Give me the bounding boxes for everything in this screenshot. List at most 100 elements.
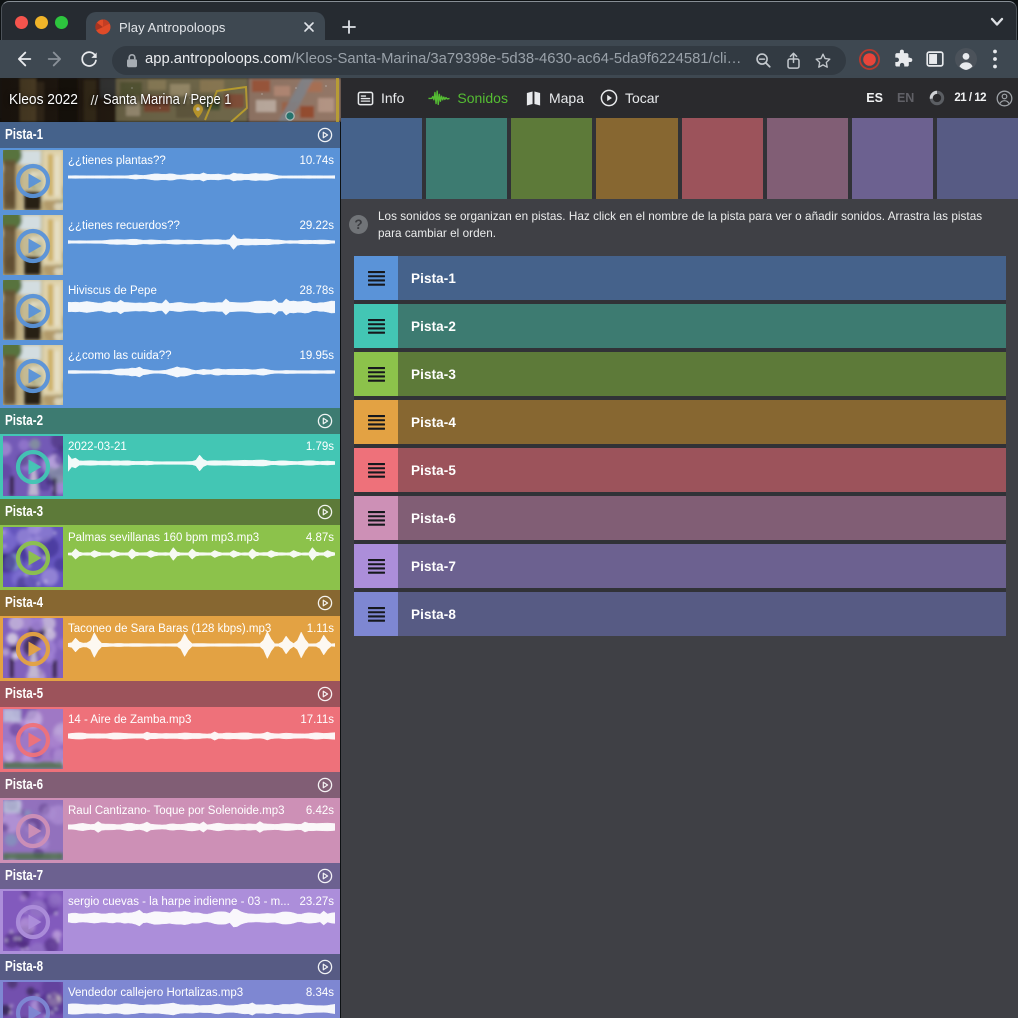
track-row-body[interactable]: Pista-7: [398, 544, 1006, 588]
breadcrumb-project[interactable]: Kleos 2022: [9, 92, 78, 108]
clip-thumbnail[interactable]: [3, 982, 63, 1018]
clip-row[interactable]: Raul Cantizano- Toque por Solenoide.mp3 …: [0, 798, 340, 863]
clip-row[interactable]: 2022-03-21 1.79s: [0, 434, 340, 499]
track-header[interactable]: Pista-3: [0, 499, 340, 525]
track-color-swatch[interactable]: [937, 118, 1018, 199]
clip-thumbnail[interactable]: [3, 618, 63, 678]
breadcrumb-photo[interactable]: Kleos 2022 // Santa Marina / Pepe 1: [0, 78, 341, 122]
track-color-swatch[interactable]: [341, 118, 422, 199]
track-header[interactable]: Pista-1: [0, 122, 340, 148]
clip-row[interactable]: Hiviscus de Pepe 28.78s: [0, 278, 340, 343]
macos-close-button[interactable]: [15, 16, 28, 29]
clip-thumbnail[interactable]: [3, 280, 63, 340]
share-icon[interactable]: [785, 52, 802, 70]
track-row[interactable]: Pista-2: [354, 304, 1006, 348]
play-track-icon[interactable]: [317, 127, 333, 143]
track-header[interactable]: Pista-5: [0, 681, 340, 707]
play-track-icon[interactable]: [317, 595, 333, 611]
track-row[interactable]: Pista-4: [354, 400, 1006, 444]
track-color-swatch[interactable]: [511, 118, 592, 199]
nav-info[interactable]: Info: [357, 90, 404, 107]
reload-button[interactable]: [79, 49, 99, 69]
track-row-body[interactable]: Pista-4: [398, 400, 1006, 444]
clip-thumbnail[interactable]: [3, 345, 63, 405]
track-row[interactable]: Pista-3: [354, 352, 1006, 396]
clip-row[interactable]: Taconeo de Sara Baras (128 kbps).mp3 1.1…: [0, 616, 340, 681]
clip-thumbnail[interactable]: [3, 436, 63, 496]
clip-row[interactable]: Palmas sevillanas 160 bpm mp3.mp3 4.87s: [0, 525, 340, 590]
clip-row[interactable]: ¿¿como las cuida?? 19.95s: [0, 343, 340, 408]
track-row[interactable]: Pista-1: [354, 256, 1006, 300]
clip-thumbnail[interactable]: [3, 527, 63, 587]
track-row[interactable]: Pista-5: [354, 448, 1006, 492]
track-header[interactable]: Pista-7: [0, 863, 340, 889]
forward-button[interactable]: [45, 48, 67, 70]
tab-search-chevron-icon[interactable]: [990, 17, 1004, 27]
track-row-body[interactable]: Pista-6: [398, 496, 1006, 540]
tab-close-icon[interactable]: [303, 21, 315, 33]
lock-icon[interactable]: [125, 53, 139, 68]
track-header[interactable]: Pista-6: [0, 772, 340, 798]
clip-thumbnail[interactable]: [3, 215, 63, 275]
address-bar[interactable]: app.antropoloops.com/Kleos-Santa-Marina/…: [112, 46, 846, 75]
drag-handle[interactable]: [354, 544, 398, 588]
track-row[interactable]: Pista-7: [354, 544, 1006, 588]
track-header[interactable]: Pista-8: [0, 954, 340, 980]
extensions-puzzle-icon[interactable]: [892, 48, 913, 69]
track-row-body[interactable]: Pista-3: [398, 352, 1006, 396]
profile-avatar-icon[interactable]: [954, 47, 978, 71]
clip-row[interactable]: sergio cuevas - la harpe indienne - 03 -…: [0, 889, 340, 954]
back-button[interactable]: [12, 48, 34, 70]
nav-mapa[interactable]: Mapa: [525, 90, 584, 107]
drag-handle[interactable]: [354, 256, 398, 300]
play-track-icon[interactable]: [317, 686, 333, 702]
record-extension-icon[interactable]: [858, 48, 881, 71]
play-track-icon[interactable]: [317, 504, 333, 520]
clip-thumbnail[interactable]: [3, 800, 63, 860]
play-track-icon[interactable]: [317, 868, 333, 884]
track-header[interactable]: Pista-2: [0, 408, 340, 434]
lang-es-button[interactable]: ES: [866, 91, 883, 105]
clip-row[interactable]: ¿¿tienes plantas?? 10.74s: [0, 148, 340, 213]
nav-tocar[interactable]: Tocar: [600, 89, 659, 107]
track-color-swatch[interactable]: [426, 118, 507, 199]
nav-sonidos[interactable]: Sonidos: [428, 89, 508, 107]
clip-row[interactable]: 14 - Aire de Zamba.mp3 17.11s: [0, 707, 340, 772]
track-row[interactable]: Pista-8: [354, 592, 1006, 636]
drag-handle[interactable]: [354, 448, 398, 492]
track-color-swatch[interactable]: [767, 118, 848, 199]
drag-handle[interactable]: [354, 496, 398, 540]
clip-row[interactable]: ¿¿tienes recuerdos?? 29.22s: [0, 213, 340, 278]
drag-handle[interactable]: [354, 304, 398, 348]
track-row[interactable]: Pista-6: [354, 496, 1006, 540]
track-row-body[interactable]: Pista-5: [398, 448, 1006, 492]
play-track-icon[interactable]: [317, 777, 333, 793]
track-row-body[interactable]: Pista-8: [398, 592, 1006, 636]
play-track-icon[interactable]: [317, 959, 333, 975]
track-color-swatch[interactable]: [852, 118, 933, 199]
track-row-body[interactable]: Pista-2: [398, 304, 1006, 348]
play-track-icon[interactable]: [317, 413, 333, 429]
clip-row[interactable]: Vendedor callejero Hortalizas.mp3 8.34s: [0, 980, 340, 1018]
new-tab-button[interactable]: [335, 13, 363, 41]
macos-minimize-button[interactable]: [35, 16, 48, 29]
lang-en-button[interactable]: EN: [897, 91, 914, 105]
browser-tab[interactable]: Play Antropoloops: [86, 12, 325, 42]
macos-fullscreen-button[interactable]: [55, 16, 68, 29]
clip-thumbnail[interactable]: [3, 891, 63, 951]
zoom-icon[interactable]: [755, 52, 772, 69]
track-color-swatch[interactable]: [596, 118, 677, 199]
track-color-swatch[interactable]: [682, 118, 763, 199]
drag-handle[interactable]: [354, 400, 398, 444]
account-icon[interactable]: [996, 90, 1013, 107]
track-header[interactable]: Pista-4: [0, 590, 340, 616]
browser-menu-kebab-icon[interactable]: [993, 49, 997, 69]
side-panel-icon[interactable]: [924, 48, 946, 70]
bookmark-star-icon[interactable]: [814, 52, 832, 70]
clip-thumbnail[interactable]: [3, 150, 63, 210]
drag-handle[interactable]: [354, 592, 398, 636]
url-text[interactable]: app.antropoloops.com/Kleos-Santa-Marina/…: [145, 51, 741, 67]
track-row-body[interactable]: Pista-1: [398, 256, 1006, 300]
drag-handle[interactable]: [354, 352, 398, 396]
clip-thumbnail[interactable]: [3, 709, 63, 769]
